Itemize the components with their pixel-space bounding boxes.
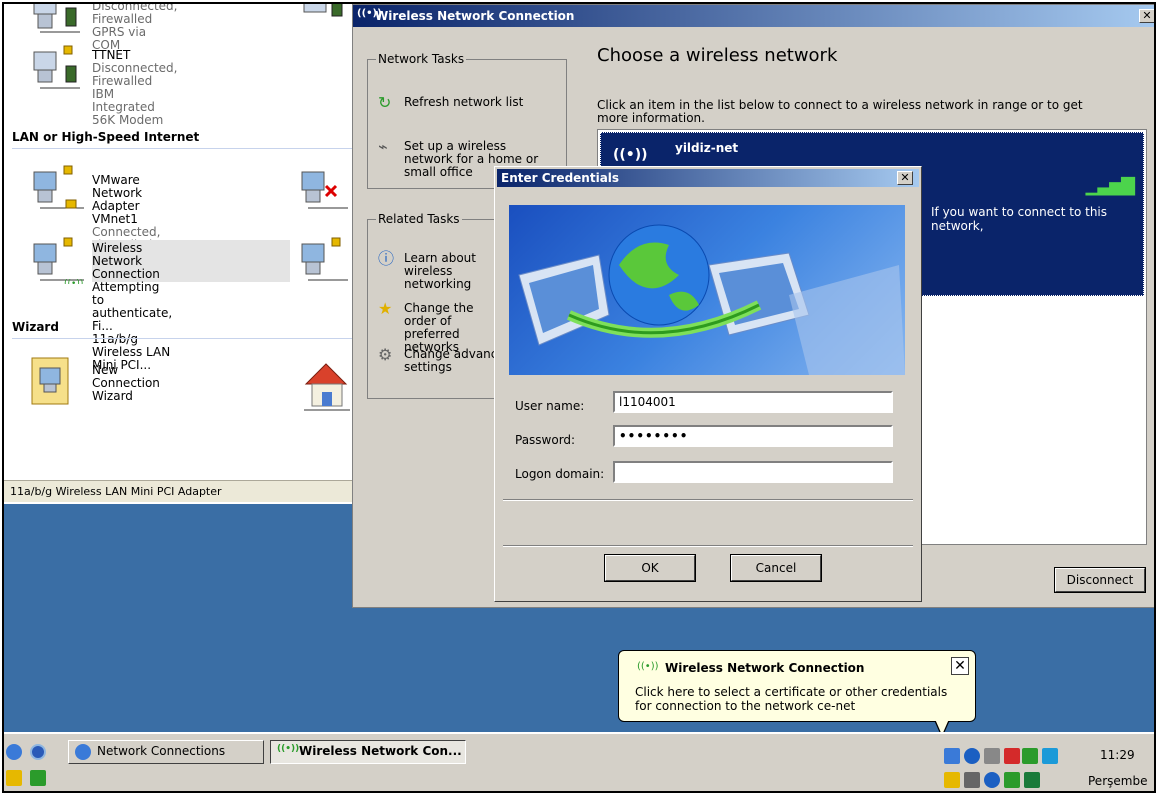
conn-device: IBM Integrated 56K Modem	[92, 87, 164, 127]
tray-wireless-icon[interactable]	[1022, 748, 1038, 764]
network-connections-window: Disconnected, Firewalled GPRS via COM TT…	[4, 4, 356, 504]
svg-text:((•)): ((•))	[64, 279, 83, 284]
signal-strength-icon: ▁▃▅▇	[1085, 175, 1135, 196]
separator	[503, 499, 913, 501]
lan-connection-icon	[301, 237, 348, 281]
network-computer-icon	[33, 4, 80, 33]
username-input[interactable]	[613, 391, 893, 413]
close-button[interactable]: ✕	[897, 171, 913, 185]
conn-name: New Connection Wizard	[92, 363, 160, 403]
separator	[503, 545, 913, 547]
lan-connection-icon	[33, 165, 84, 209]
globe-laptops-icon	[518, 224, 905, 375]
setup-wireless-icon: ⌁	[378, 137, 388, 156]
clock-time[interactable]: 11:29	[1100, 748, 1135, 762]
taskbar-button-network-connections[interactable]: Network Connections	[68, 740, 264, 764]
related-tasks-title: Related Tasks	[376, 212, 462, 226]
clock-day[interactable]: Perşembe	[1088, 774, 1147, 788]
quicklaunch-icon[interactable]	[30, 770, 46, 786]
conn-status: Attempting to authenticate, Fi...	[92, 280, 173, 333]
wizard-section-title: Wizard	[12, 320, 59, 334]
lan-connection-disabled-icon	[301, 171, 348, 209]
conn-status: Disconnected, Firewalled	[92, 61, 178, 88]
password-label: Password:	[515, 433, 576, 447]
conn-name: Wireless Network Connection	[92, 241, 160, 281]
balloon-text[interactable]: Click here to select a certificate or ot…	[635, 685, 965, 713]
page-title: Choose a wireless network	[597, 45, 838, 66]
tray-icon[interactable]	[944, 748, 960, 764]
dialog-titlebar[interactable]: Enter Credentials	[497, 169, 919, 187]
domain-label: Logon domain:	[515, 467, 605, 481]
tray-icon[interactable]	[1004, 748, 1020, 764]
balloon-title: Wireless Network Connection	[665, 661, 865, 675]
section-divider	[12, 148, 352, 149]
tray-icon[interactable]	[964, 772, 980, 788]
notification-balloon[interactable]: ((•)) Wireless Network Connection ✕ Clic…	[618, 650, 976, 722]
credentials-banner-image	[509, 205, 905, 375]
tray-icon[interactable]	[1004, 772, 1020, 788]
bluetooth-icon[interactable]	[984, 772, 1000, 788]
dialup-connection-icon	[33, 45, 80, 89]
lan-section-title: LAN or High-Speed Internet	[12, 130, 200, 144]
window-title: Wireless Network Connection	[375, 9, 575, 23]
password-input[interactable]	[613, 425, 893, 447]
username-label: User name:	[515, 399, 585, 413]
ok-button[interactable]: OK	[604, 554, 696, 582]
wireless-icon: ((•))	[637, 661, 659, 672]
conn-status: Disconnected, Firewalled	[92, 2, 178, 26]
wireless-signal-icon: ((•))	[613, 147, 648, 163]
disconnect-button[interactable]: Disconnect	[1054, 567, 1146, 593]
home-network-icon	[304, 363, 350, 411]
section-divider	[12, 338, 352, 339]
enter-credentials-dialog: Enter Credentials ✕ User name: Password:…	[494, 166, 922, 602]
desktop: Disconnected, Firewalled GPRS via COM TT…	[4, 4, 1154, 791]
network-name: yildiz-net	[675, 141, 739, 155]
star-icon: ★	[378, 299, 393, 318]
close-button[interactable]: ✕	[1139, 9, 1154, 23]
tray-icon[interactable]	[1024, 772, 1040, 788]
taskbar: Network Connections ((•)) Wireless Netwo…	[4, 732, 1154, 791]
taskbar-button-wireless[interactable]: ((•)) Wireless Network Con...	[270, 740, 466, 764]
refresh-icon: ↻	[378, 93, 392, 112]
cancel-button[interactable]: Cancel	[730, 554, 822, 582]
tray-icon[interactable]	[944, 772, 960, 788]
system-tray: 11:29 Perşembe	[944, 738, 1154, 791]
network-tasks-title: Network Tasks	[376, 52, 467, 66]
network-info: If you want to connect to this network,	[931, 205, 1108, 233]
quicklaunch-icon[interactable]	[6, 744, 22, 760]
close-icon[interactable]: ✕	[951, 657, 969, 675]
wireless-icon: ((•))	[277, 744, 300, 754]
status-bar: 11a/b/g Wireless LAN Mini PCI Adapter	[4, 480, 356, 502]
description: Click an item in the list below to conne…	[597, 98, 1083, 125]
tray-icon[interactable]	[1042, 748, 1058, 764]
tray-network-icon[interactable]	[984, 748, 1000, 764]
domain-input[interactable]	[613, 461, 893, 483]
wizard-icon	[31, 357, 69, 405]
wireless-connection-icon: ((•))	[33, 237, 84, 284]
info-icon: ⓘ	[378, 249, 395, 268]
quicklaunch-icon[interactable]	[30, 744, 46, 760]
settings-icon: ⚙	[378, 345, 393, 364]
tray-icon[interactable]	[964, 748, 980, 764]
wireless-icon: ((•))	[357, 8, 382, 19]
network-computer-icon	[303, 4, 343, 17]
window-titlebar[interactable]: ((•)) Wireless Network Connection	[353, 5, 1154, 27]
quicklaunch-icon[interactable]	[6, 770, 22, 786]
conn-name: VMware Network Adapter	[92, 173, 143, 213]
network-connections-icon	[75, 744, 91, 760]
